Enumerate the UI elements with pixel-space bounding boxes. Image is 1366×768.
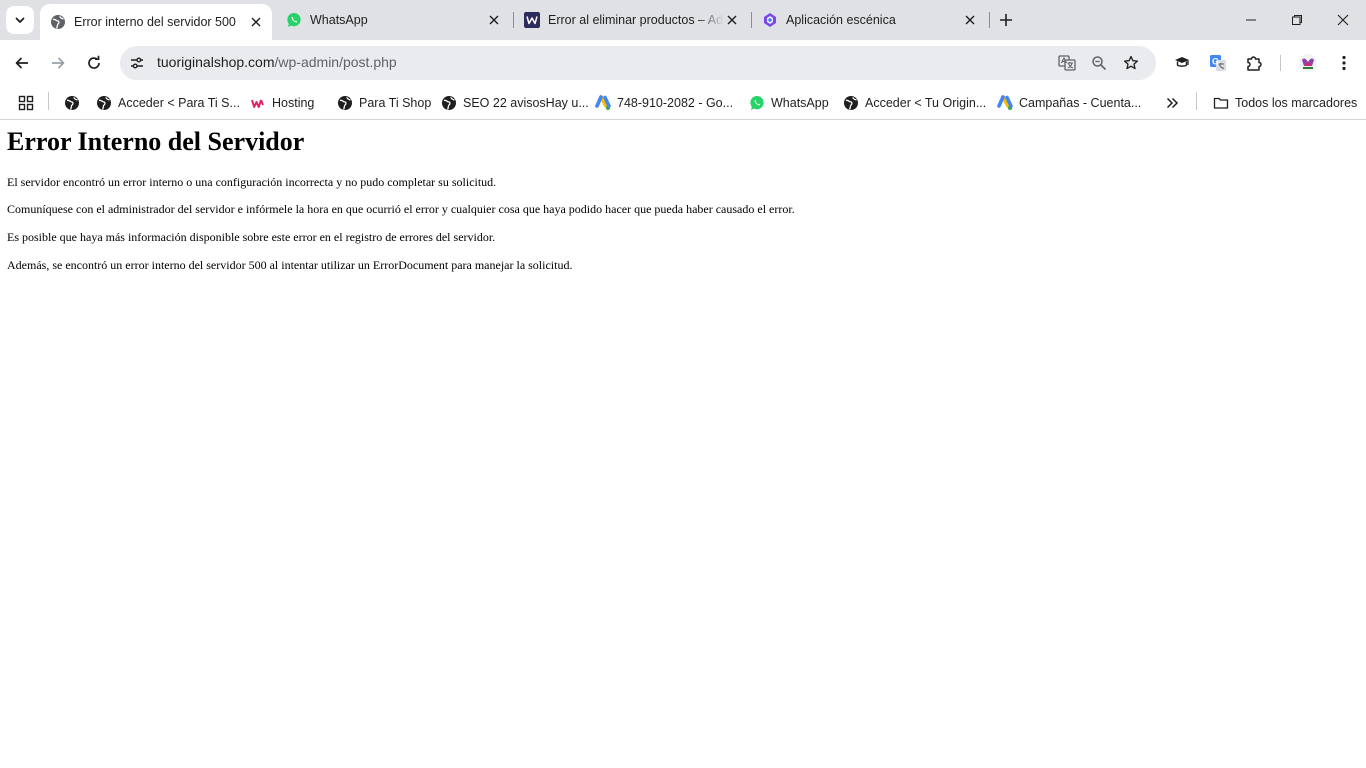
reload-button[interactable] — [78, 47, 110, 79]
bookmark-acceder-para-ti[interactable]: Acceder < Para Ti S... — [96, 91, 240, 115]
apps-button[interactable] — [18, 91, 34, 115]
globe-icon — [337, 95, 353, 111]
flutter-icon — [762, 12, 778, 28]
extensions-menu-button[interactable] — [1238, 47, 1270, 79]
back-button[interactable] — [6, 47, 38, 79]
forward-icon — [52, 57, 65, 69]
all-bookmarks-button[interactable]: Todos los marcadores — [1213, 91, 1357, 115]
window-close-icon — [1337, 14, 1349, 26]
translate-icon[interactable] — [1055, 51, 1079, 75]
bookmark-label: Campañas - Cuenta... — [1019, 96, 1142, 110]
tab-strip: Error interno del servidor 500 WhatsApp … — [0, 0, 1366, 40]
minimize-icon — [1246, 19, 1256, 21]
chevron-down-icon — [15, 17, 25, 23]
tab-whatsapp[interactable]: WhatsApp — [278, 0, 510, 40]
google-translate-icon: G — [1210, 55, 1226, 71]
url-host: tuoriginalshop.com — [157, 54, 275, 70]
tab-title: Error al eliminar productos – Ad — [548, 13, 724, 27]
tab-error-eliminar[interactable]: Error al eliminar productos – Ad — [516, 0, 748, 40]
restore-icon — [1292, 15, 1302, 25]
globe-icon — [50, 14, 66, 30]
page-title: Error Interno del Servidor — [7, 127, 305, 156]
close-icon[interactable] — [486, 12, 502, 28]
site-settings-icon[interactable] — [125, 51, 149, 75]
bookmark-whatsapp[interactable]: WhatsApp — [749, 91, 829, 115]
profile-icon — [1299, 54, 1317, 72]
bookmark-label: Para Ti Shop — [359, 96, 432, 110]
browser-menu-button[interactable] — [1328, 47, 1360, 79]
folder-icon — [1213, 95, 1229, 111]
google-ads-icon — [997, 95, 1013, 111]
extension-button[interactable] — [1166, 47, 1198, 79]
url-path: /wp-admin/post.php — [274, 54, 397, 70]
tab-separator — [989, 12, 990, 28]
globe-icon — [441, 95, 457, 111]
plus-icon — [1000, 14, 1012, 26]
profile-button[interactable] — [1292, 47, 1324, 79]
whatsapp-icon — [286, 12, 302, 28]
back-icon — [15, 57, 28, 69]
bookmarks-overflow-button[interactable] — [1164, 91, 1180, 115]
window-close-button[interactable] — [1320, 0, 1366, 40]
chevron-double-right-icon — [1164, 95, 1180, 111]
bookmark-acceder-tu-original[interactable]: Acceder < Tu Origin... — [843, 91, 986, 115]
tab-error-500[interactable]: Error interno del servidor 500 — [40, 4, 272, 40]
bookmark-para-ti-shop[interactable]: Para Ti Shop — [337, 91, 431, 115]
google-translate-button[interactable]: G — [1202, 47, 1234, 79]
new-tab-button[interactable] — [994, 8, 1018, 32]
forward-button[interactable] — [42, 47, 74, 79]
reload-icon — [88, 55, 100, 69]
globe-icon — [96, 95, 112, 111]
bookmark-globe[interactable] — [64, 91, 80, 115]
extension-icon — [1175, 57, 1189, 67]
bookmark-label: Hosting — [272, 96, 315, 110]
bookmark-campanas[interactable]: Campañas - Cuenta... — [997, 91, 1141, 115]
globe-icon — [843, 95, 859, 111]
apps-grid-icon — [18, 95, 34, 111]
browser-toolbar: tuoriginalshop.com/wp-admin/post.php G — [0, 40, 1366, 86]
svg-text:G: G — [1212, 57, 1219, 67]
bookmark-hosting[interactable]: Hosting — [250, 91, 314, 115]
bookmark-label: 748-910-2082 - Go... — [617, 96, 734, 110]
address-bar[interactable]: tuoriginalshop.com/wp-admin/post.php — [120, 46, 1156, 80]
close-icon[interactable] — [724, 12, 740, 28]
error-paragraph-3: Es posible que haya más información disp… — [7, 230, 496, 244]
bookmark-label: WhatsApp — [771, 96, 829, 110]
puzzle-icon — [1247, 56, 1262, 71]
tab-separator — [751, 12, 752, 28]
star-icon[interactable] — [1119, 51, 1143, 75]
google-ads-icon — [595, 95, 611, 111]
tab-title: WhatsApp — [310, 13, 368, 27]
url-text: tuoriginalshop.com/wp-admin/post.php — [157, 54, 397, 70]
error-paragraph-4: Además, se encontró un error interno del… — [7, 258, 573, 272]
tab-title: Error interno del servidor 500 — [74, 15, 236, 29]
hosting-logo-icon — [250, 95, 266, 111]
bookmark-label: Acceder < Para Ti S... — [118, 96, 240, 110]
restore-button[interactable] — [1274, 0, 1320, 40]
zoom-icon[interactable] — [1087, 51, 1111, 75]
error-paragraph-2: Comuníquese con el administrador del ser… — [7, 202, 795, 216]
minimize-button[interactable] — [1228, 0, 1274, 40]
close-icon[interactable] — [962, 12, 978, 28]
globe-icon — [64, 95, 80, 111]
page-content: Error Interno del Servidor El servidor e… — [0, 121, 1366, 768]
tab-title: Aplicación escénica — [786, 13, 896, 27]
tab-aplicacion-escenica[interactable]: Aplicación escénica — [754, 0, 986, 40]
tab-search-button[interactable] — [6, 6, 34, 34]
tab-separator — [513, 12, 514, 28]
toolbar-divider — [1280, 55, 1281, 71]
bookmark-label: Acceder < Tu Origin... — [865, 96, 987, 110]
bookmarks-separator — [1196, 92, 1197, 110]
error-paragraph-1: El servidor encontró un error interno o … — [7, 175, 497, 189]
bookmarks-separator — [48, 92, 49, 110]
all-bookmarks-label: Todos los marcadores — [1235, 96, 1358, 110]
bookmark-seo-avisos[interactable]: SEO 22 avisosHay u... — [441, 91, 589, 115]
bookmark-label: SEO 22 avisosHay u... — [463, 96, 589, 110]
whatsapp-icon — [749, 95, 765, 111]
menu-icon — [1342, 55, 1346, 71]
bookmark-google-ads-account[interactable]: 748-910-2082 - Go... — [595, 91, 733, 115]
close-icon[interactable] — [248, 14, 264, 30]
w-logo-icon — [524, 12, 540, 28]
